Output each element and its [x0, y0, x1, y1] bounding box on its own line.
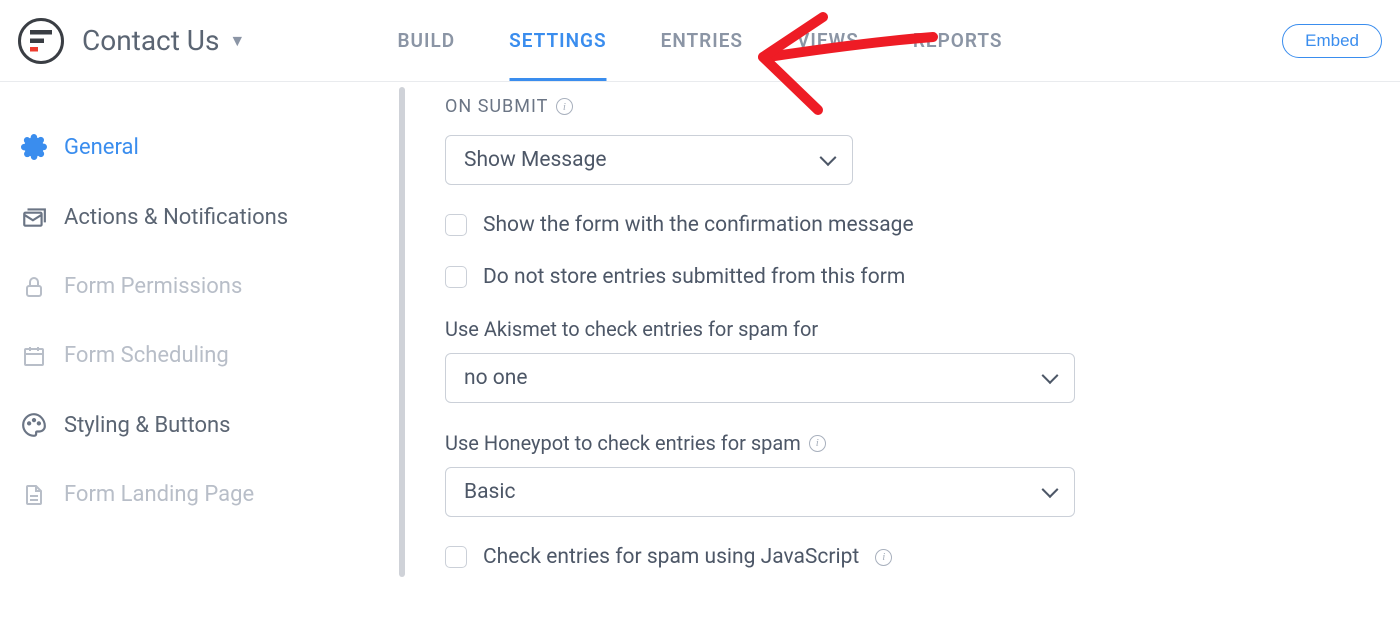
sidebar-item-actions[interactable]: Actions & Notifications — [0, 182, 405, 252]
embed-button[interactable]: Embed — [1282, 24, 1382, 58]
sidebar-item-label: General — [64, 135, 139, 160]
sidebar-item-label: Styling & Buttons — [64, 413, 231, 438]
settings-panel: ON SUBMIT i Show Message Show the form w… — [405, 82, 1400, 637]
on-submit-section-title: ON SUBMIT i — [445, 96, 1360, 117]
info-icon[interactable]: i — [556, 98, 573, 115]
sidebar-item-landing[interactable]: Form Landing Page — [0, 460, 405, 529]
tab-build[interactable]: BUILD — [397, 0, 455, 81]
tab-reports[interactable]: REPORTS — [913, 0, 1003, 81]
tab-settings[interactable]: SETTINGS — [509, 0, 606, 81]
select-value: Basic — [464, 480, 515, 504]
show-confirmation-checkbox[interactable] — [445, 214, 467, 236]
no-store-checkbox[interactable] — [445, 266, 467, 288]
form-title-dropdown[interactable]: Contact Us ▼ — [82, 24, 245, 57]
info-icon[interactable]: i — [809, 435, 826, 452]
honeypot-label: Use Honeypot to check entries for spam i — [445, 431, 1360, 455]
settings-sidebar: General Actions & Notifications Form Per… — [0, 82, 405, 637]
sidebar-item-label: Form Landing Page — [64, 482, 254, 507]
caret-down-icon: ▼ — [229, 31, 245, 51]
sidebar-item-styling[interactable]: Styling & Buttons — [0, 390, 405, 460]
sidebar-item-permissions[interactable]: Form Permissions — [0, 252, 405, 321]
header: Contact Us ▼ BUILD SETTINGS ENTRIES VIEW… — [0, 0, 1400, 82]
sidebar-item-general[interactable]: General — [0, 112, 405, 182]
akismet-select[interactable]: no one — [445, 353, 1075, 403]
akismet-label: Use Akismet to check entries for spam fo… — [445, 317, 1360, 341]
on-submit-select[interactable]: Show Message — [445, 135, 853, 185]
palette-icon — [20, 412, 48, 438]
section-title-text: ON SUBMIT — [445, 96, 548, 117]
checkbox-label: Check entries for spam using JavaScript — [483, 545, 859, 569]
tab-views[interactable]: VIEWS — [797, 0, 859, 81]
honeypot-select[interactable]: Basic — [445, 467, 1075, 517]
js-spam-checkbox[interactable] — [445, 546, 467, 568]
lock-icon — [20, 275, 48, 299]
gear-icon — [20, 134, 48, 160]
js-spam-checkbox-row: Check entries for spam using JavaScript … — [445, 545, 1360, 569]
mail-stack-icon — [20, 204, 48, 230]
form-title-text: Contact Us — [82, 24, 219, 57]
checkbox-label: Show the form with the confirmation mess… — [483, 213, 914, 237]
app-logo — [18, 18, 64, 64]
calendar-icon — [20, 344, 48, 368]
info-icon[interactable]: i — [875, 549, 892, 566]
nav-tabs: BUILD SETTINGS ENTRIES VIEWS REPORTS — [397, 0, 1002, 81]
sidebar-item-label: Form Scheduling — [64, 343, 229, 368]
sidebar-item-scheduling[interactable]: Form Scheduling — [0, 321, 405, 390]
select-value: no one — [464, 366, 528, 390]
checkbox-label: Do not store entries submitted from this… — [483, 265, 905, 289]
no-store-checkbox-row: Do not store entries submitted from this… — [445, 265, 1360, 289]
select-value: Show Message — [464, 148, 607, 172]
sidebar-item-label: Actions & Notifications — [64, 205, 288, 230]
page-icon — [20, 483, 48, 507]
sidebar-item-label: Form Permissions — [64, 274, 242, 299]
tab-entries[interactable]: ENTRIES — [661, 0, 743, 81]
show-confirmation-checkbox-row: Show the form with the confirmation mess… — [445, 213, 1360, 237]
